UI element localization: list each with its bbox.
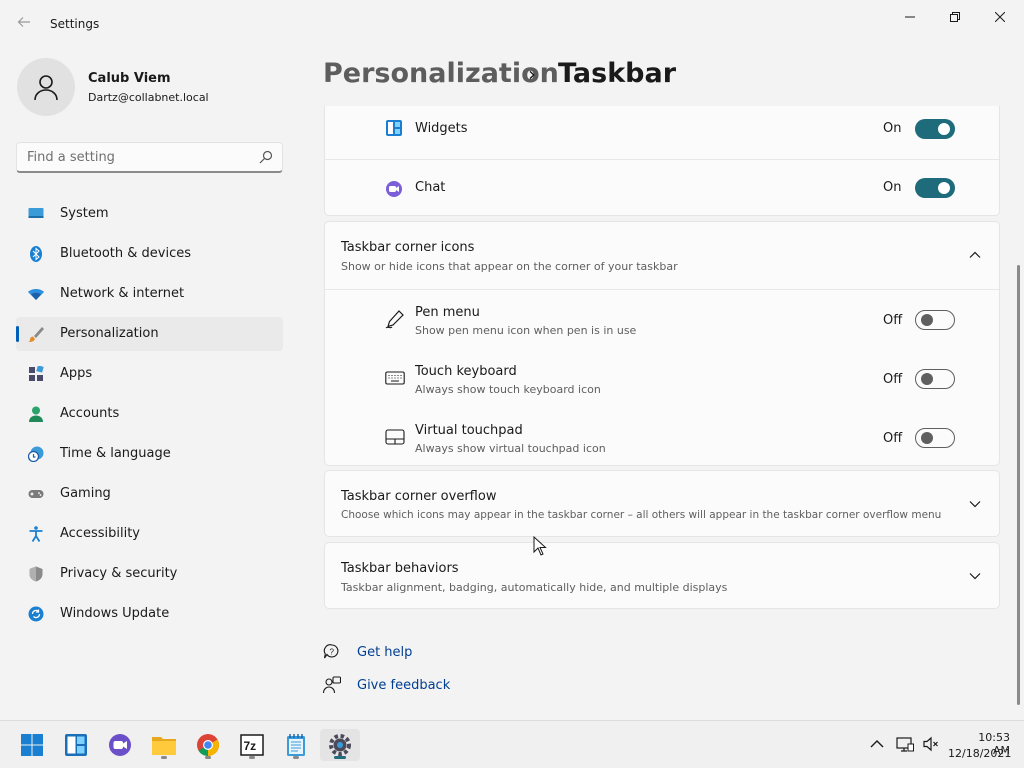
network-icon[interactable] (896, 735, 914, 753)
widgets-label: Widgets (415, 121, 468, 136)
corner-overflow-subtitle: Choose which icons may appear in the tas… (341, 509, 942, 521)
pen-menu-toggle[interactable] (915, 310, 955, 330)
widgets-toggle[interactable] (915, 119, 955, 139)
touch-keyboard-row[interactable]: Touch keyboard Always show touch keyboar… (325, 349, 999, 408)
taskbar-widgets[interactable] (56, 729, 96, 761)
touch-keyboard-toggle[interactable] (915, 369, 955, 389)
page-title: Taskbar (558, 58, 677, 89)
taskbar-items-card: Widgets On Chat On (324, 106, 1000, 216)
running-indicator (293, 756, 299, 759)
content-pane: Widgets On Chat On Taskbar corner icons … (0, 106, 1024, 718)
svg-text:7z: 7z (244, 739, 257, 753)
notepad-icon (287, 734, 305, 756)
breadcrumb-parent[interactable]: Personalization (323, 58, 559, 89)
chat-toggle[interactable] (915, 178, 955, 198)
close-button[interactable] (978, 6, 1022, 28)
back-button[interactable] (14, 14, 34, 34)
behaviors-subtitle: Taskbar alignment, badging, automaticall… (341, 581, 728, 594)
taskbar-7zip[interactable]: 7z (232, 729, 272, 761)
toggle-knob (921, 314, 933, 326)
start-button[interactable] (12, 729, 52, 761)
minimize-button[interactable] (888, 6, 932, 28)
toggle-knob (938, 182, 950, 194)
running-indicator (249, 756, 255, 759)
person-icon (34, 75, 58, 101)
volume-muted-icon[interactable] (922, 735, 940, 753)
chat-row[interactable]: Chat On (325, 160, 999, 216)
corner-icons-card: Taskbar corner icons Show or hide icons … (324, 221, 1000, 466)
taskbar: 7z 10:53 AM 12/18/2021 (0, 720, 1024, 768)
running-indicator (205, 756, 211, 759)
virtual-touchpad-row[interactable]: Virtual touchpad Always show virtual tou… (325, 408, 999, 467)
virtual-touchpad-state: Off (883, 431, 903, 446)
behaviors-card[interactable]: Taskbar behaviors Taskbar alignment, bad… (324, 542, 1000, 609)
close-icon (995, 12, 1005, 22)
taskbar-settings[interactable] (320, 729, 360, 761)
pen-icon (385, 310, 404, 329)
corner-overflow-card[interactable]: Taskbar corner overflow Choose which ico… (324, 470, 1000, 537)
svg-text:?: ? (330, 648, 335, 657)
user-name: Calub Viem (88, 71, 171, 86)
chevron-up-icon[interactable] (968, 248, 982, 262)
widgets-icon (65, 734, 87, 756)
chevron-up-icon[interactable] (868, 735, 886, 753)
taskbar-chat[interactable] (100, 729, 140, 761)
settings-icon (329, 734, 351, 756)
7zip-icon: 7z (240, 734, 264, 756)
touch-keyboard-state: Off (883, 372, 903, 387)
corner-overflow-title: Taskbar corner overflow (341, 489, 497, 504)
active-indicator (334, 756, 346, 759)
virtual-touchpad-toggle[interactable] (915, 428, 955, 448)
scrollbar[interactable] (1017, 265, 1020, 705)
file-explorer-icon (152, 737, 176, 755)
chevron-down-icon[interactable] (968, 569, 982, 583)
taskbar-chrome[interactable] (188, 729, 228, 761)
chevron-down-icon[interactable] (968, 497, 982, 511)
corner-icons-subtitle: Show or hide icons that appear on the co… (341, 260, 678, 273)
chrome-icon (197, 734, 219, 756)
toggle-knob (938, 123, 950, 135)
pen-menu-desc: Show pen menu icon when pen is in use (415, 324, 637, 337)
widgets-state: On (883, 121, 902, 136)
virtual-touchpad-desc: Always show virtual touchpad icon (415, 442, 606, 455)
back-arrow-icon (17, 17, 30, 27)
clock-date[interactable]: 12/18/2021 (948, 747, 1011, 760)
get-help-link[interactable]: Get help (357, 645, 412, 660)
taskbar-notepad[interactable] (276, 729, 316, 761)
give-feedback-link[interactable]: Give feedback (357, 678, 450, 693)
touchpad-icon (385, 429, 405, 445)
touch-keyboard-desc: Always show touch keyboard icon (415, 383, 601, 396)
feedback-icon (323, 676, 341, 694)
pen-menu-state: Off (883, 313, 903, 328)
taskbar-file-explorer[interactable] (144, 729, 184, 761)
minimize-icon (905, 16, 915, 18)
mouse-cursor-icon (533, 536, 547, 556)
toggle-knob (921, 373, 933, 385)
behaviors-title: Taskbar behaviors (341, 561, 459, 576)
app-title: Settings (50, 17, 100, 31)
chat-state: On (883, 180, 902, 195)
help-icon: ? (323, 644, 339, 659)
running-indicator (161, 756, 167, 759)
breadcrumb-separator: › (528, 62, 536, 86)
pen-menu-row[interactable]: Pen menu Show pen menu icon when pen is … (325, 290, 999, 349)
chat-label: Chat (415, 180, 446, 195)
touch-keyboard-label: Touch keyboard (415, 364, 517, 379)
start-icon (21, 734, 43, 756)
restore-icon (950, 12, 960, 22)
virtual-touchpad-label: Virtual touchpad (415, 423, 523, 438)
restore-button[interactable] (933, 6, 977, 28)
chat-icon (386, 181, 402, 197)
chat-icon (109, 734, 131, 756)
keyboard-icon (385, 371, 405, 385)
pen-menu-label: Pen menu (415, 305, 480, 320)
corner-icons-header[interactable]: Taskbar corner icons Show or hide icons … (325, 222, 999, 289)
user-email: Dartz@collabnet.local (88, 91, 209, 104)
title-bar: Settings (0, 0, 1024, 48)
widgets-icon (386, 120, 402, 136)
toggle-knob (921, 432, 933, 444)
widgets-row[interactable]: Widgets On (325, 106, 999, 158)
corner-icons-title: Taskbar corner icons (341, 240, 475, 255)
